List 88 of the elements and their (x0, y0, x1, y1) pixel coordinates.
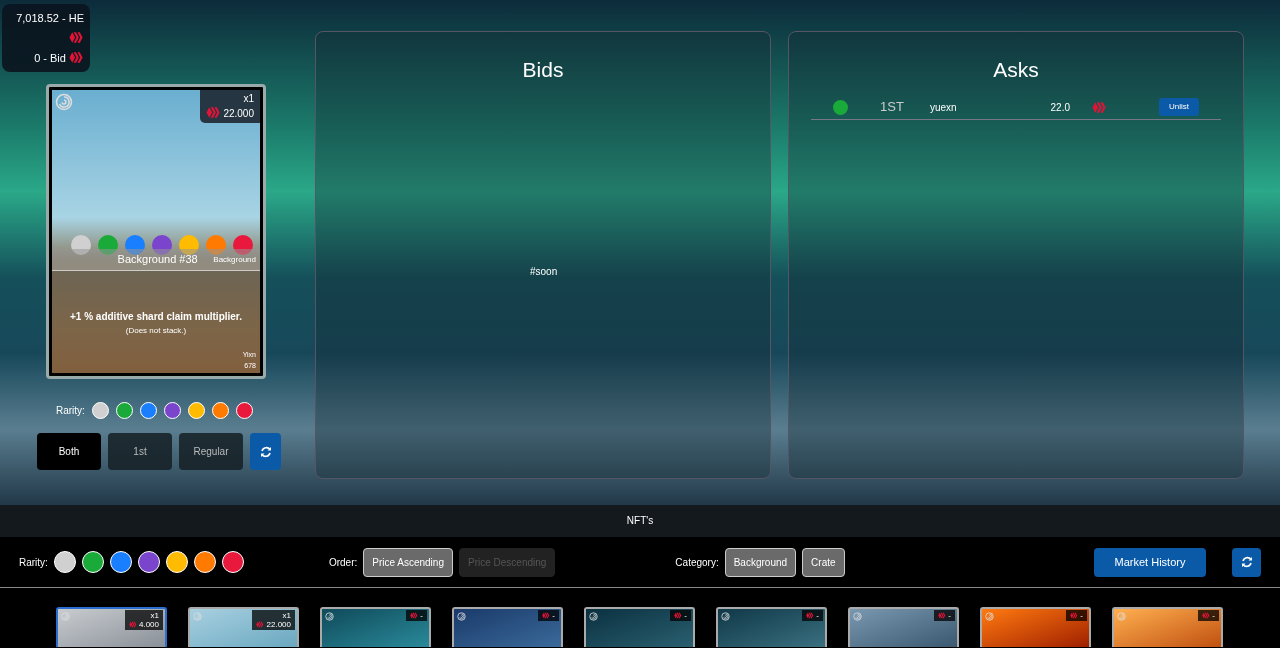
rarity-filter-toggle[interactable] (91, 402, 109, 419)
rarity-filter-toggle[interactable] (81, 551, 104, 573)
asks-title: Asks (992, 57, 1040, 83)
rarity-filter-toggle[interactable] (109, 551, 132, 573)
hive-logo-icon (69, 31, 84, 44)
hive-logo-icon (256, 621, 265, 628)
seller-name: yuexn (930, 100, 958, 115)
card-price: 22.000 (223, 108, 254, 119)
nfts-header: NFT's (0, 505, 1280, 537)
category-button[interactable]: Background (724, 547, 797, 577)
bids-message: #soon (530, 265, 558, 279)
spiral-icon (853, 612, 862, 621)
nft-thumbnail[interactable]: - (320, 607, 431, 647)
nft-thumbnail[interactable]: x1 4.000 (56, 607, 167, 647)
thumbnail-price: - (1079, 611, 1083, 620)
thumbnail-price: 22.000 (265, 620, 291, 629)
refresh-button[interactable] (250, 433, 281, 470)
spiral-icon (721, 612, 730, 621)
edition-label: 1ST (880, 98, 905, 117)
thumbnail-price: - (683, 611, 687, 620)
rarity-filter-toggle[interactable] (53, 551, 76, 573)
rarity-filter-toggle[interactable] (115, 402, 133, 419)
rarity-filter-toggle[interactable] (211, 402, 229, 419)
edition-button[interactable]: 1st (108, 433, 172, 470)
hive-engine-balance: 7,018.52 - HE (16, 12, 84, 24)
spiral-icon (61, 612, 70, 621)
hive-logo-icon (938, 612, 947, 619)
bid-balance: 0 - Bid (34, 52, 66, 64)
thumbnail-price: 4.000 (137, 620, 159, 629)
rarity-filter-toggle[interactable] (187, 402, 205, 419)
rarity-filter-toggle[interactable] (235, 402, 253, 419)
nft-thumbnail[interactable]: - (1112, 607, 1223, 647)
rarity-filter-toggle[interactable] (163, 402, 181, 419)
spiral-icon (325, 612, 334, 621)
thumbnail-price: - (947, 611, 951, 620)
rarity-label: Rarity: (19, 555, 48, 570)
hive-logo-icon (410, 612, 419, 619)
spiral-icon (55, 93, 73, 111)
rarity-filter-toggle[interactable] (139, 402, 157, 419)
card-count: x1 (242, 92, 254, 106)
thumbnail-price: - (551, 611, 555, 620)
spiral-icon (1117, 612, 1126, 621)
rarity-filter-toggle[interactable] (221, 551, 244, 573)
hive-logo-icon (542, 612, 551, 619)
market-history-button[interactable]: Market History (1094, 547, 1206, 577)
spiral-icon (589, 612, 598, 621)
refresh-icon (259, 445, 272, 458)
edition-button[interactable]: Both (37, 433, 101, 470)
nft-thumbnail[interactable]: - (716, 607, 827, 647)
nft-thumbnail[interactable]: - (980, 607, 1091, 647)
hive-logo-icon (1092, 100, 1107, 114)
nft-thumbnail[interactable]: - (584, 607, 695, 647)
card-description: +1 % additive shard claim multiplier. (69, 310, 243, 324)
nft-thumbnail[interactable]: x1 22.000 (188, 607, 299, 647)
ask-price: 22.0 (1049, 100, 1070, 115)
order-label: Order: (328, 555, 358, 570)
category-label: Category: (675, 555, 719, 570)
spiral-icon (985, 612, 994, 621)
thumbnail-count: x1 (149, 611, 159, 620)
thumbnail-price: - (815, 611, 819, 620)
rarity-filter-toggle[interactable] (193, 551, 216, 573)
refresh-button[interactable] (1232, 547, 1261, 577)
hive-logo-icon (1202, 612, 1211, 619)
thumbnail-price: - (1211, 611, 1215, 620)
spiral-icon (457, 612, 466, 621)
card-note: (Does not stack.) (124, 325, 188, 337)
refresh-icon (1240, 556, 1253, 568)
hive-logo-icon (806, 612, 815, 619)
spiral-icon (193, 612, 202, 621)
category-button[interactable]: Crate (802, 547, 845, 577)
edition-button[interactable]: Regular (179, 433, 243, 470)
nft-thumbnail[interactable]: - (848, 607, 959, 647)
rarity-filter-toggle[interactable] (137, 551, 160, 573)
hive-logo-icon (128, 621, 137, 628)
rarity-filter-toggle[interactable] (165, 551, 188, 573)
thumbnail-count: x1 (281, 611, 291, 620)
hive-logo-icon (674, 612, 683, 619)
sort-button[interactable]: Price Ascending (363, 547, 453, 577)
hive-logo-icon (69, 51, 84, 64)
nft-thumbnail[interactable]: - (452, 607, 563, 647)
thumbnail-price: - (419, 611, 423, 620)
card-category: Background (213, 253, 257, 266)
hive-logo-icon (1070, 612, 1079, 619)
hive-logo-icon (205, 106, 221, 119)
rarity-label: Rarity: (56, 404, 85, 418)
unlist-button[interactable]: Unlist (1159, 98, 1199, 116)
bids-title: Bids (521, 57, 565, 83)
card-title: Background #38 (116, 252, 199, 268)
